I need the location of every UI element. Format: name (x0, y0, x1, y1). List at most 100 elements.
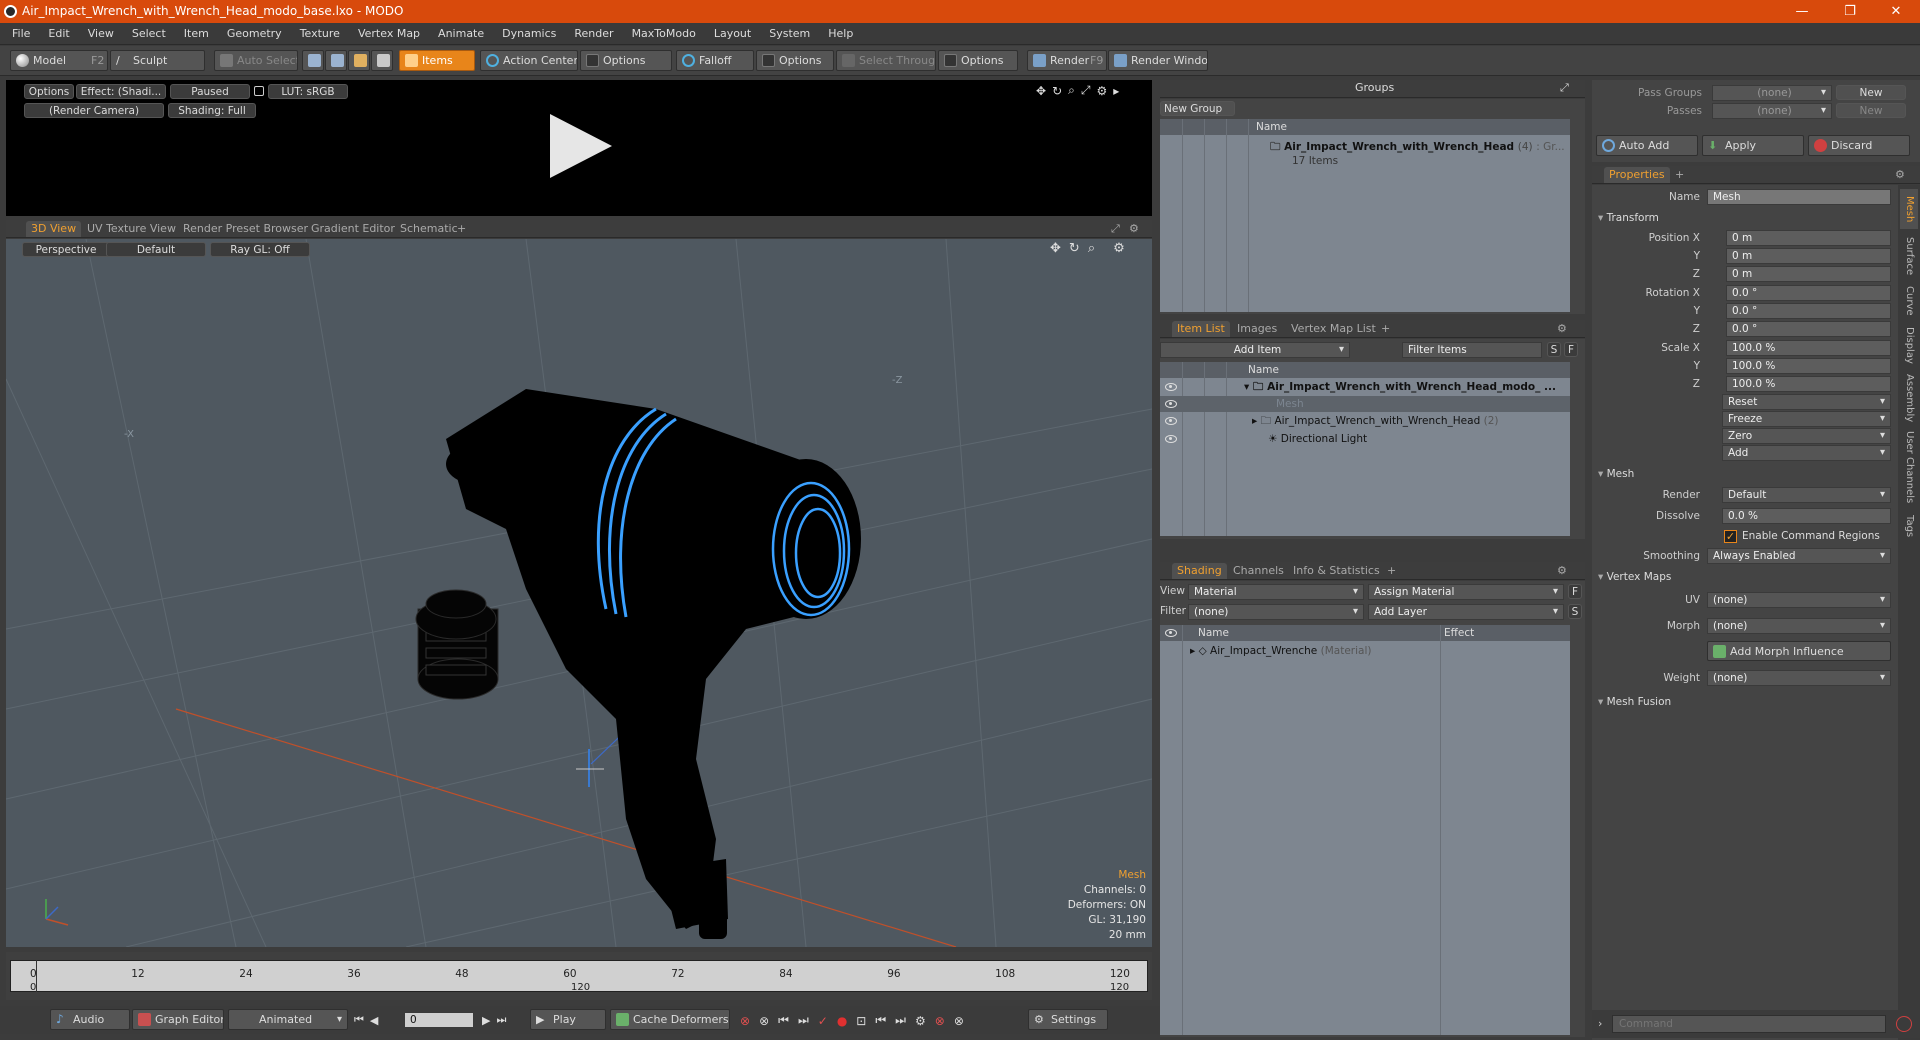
next-frame-icon[interactable]: ▶ (482, 1014, 490, 1027)
viewport-gear-icon[interactable]: ⚙ (1124, 221, 1144, 237)
key-all-icon[interactable]: ⊗ (759, 1014, 769, 1028)
groups-list[interactable]: Name 🗀 Air_Impact_Wrench_with_Wrench_Hea… (1160, 119, 1570, 312)
menu-select[interactable]: Select (123, 23, 175, 45)
visibility-eye-icon[interactable] (1165, 400, 1177, 408)
key-clear-icon[interactable]: ⊗ (954, 1014, 964, 1028)
close-icon[interactable]: ✕ (1874, 0, 1918, 23)
position-z-field[interactable]: 0 m (1726, 266, 1891, 282)
render-window-button[interactable]: Render Window (1108, 50, 1208, 71)
first-frame-icon[interactable]: ⏮ (354, 1013, 364, 1027)
tab-info-statistics[interactable]: Info & Statistics (1288, 563, 1385, 579)
new-group-button[interactable]: New Group (1160, 101, 1235, 116)
menu-render[interactable]: Render (565, 23, 622, 45)
model-mode-button[interactable]: Model F2 (10, 50, 108, 71)
item-list-gear-icon[interactable]: ⚙ (1552, 321, 1572, 337)
side-tab-curve[interactable]: Curve (1900, 283, 1918, 319)
menu-file[interactable]: File (3, 23, 39, 45)
frame-field[interactable]: 0 (404, 1012, 474, 1028)
viewport-maximize-icon[interactable]: ⤢ (1106, 221, 1125, 237)
pass-groups-dropdown[interactable]: (none) (1712, 85, 1832, 101)
options-button-1[interactable]: Options (580, 50, 672, 71)
tab-shading[interactable]: Shading (1172, 563, 1227, 579)
menu-help[interactable]: Help (819, 23, 862, 45)
shading-gear-icon[interactable]: ⚙ (1552, 563, 1572, 579)
add-tab-icon[interactable]: + (452, 221, 471, 237)
3d-viewport[interactable]: Perspective Default Ray GL: Off ✥ ↻ ⌕ ⚙ … (6, 239, 1152, 947)
prev-key-icon[interactable]: ⏮ (778, 1013, 789, 1028)
menu-vertex-map[interactable]: Vertex Map (349, 23, 429, 45)
command-stop-icon[interactable] (1896, 1016, 1912, 1032)
orbit-icon[interactable]: ↻ (1069, 241, 1080, 256)
playhead[interactable] (36, 960, 37, 992)
mesh-section[interactable]: Mesh (1598, 466, 1898, 482)
new-pass-group-button[interactable]: New (1836, 85, 1906, 100)
shader-tree[interactable]: Name Effect ▸ ◇ Air_Impact_Wrenche (Mate… (1160, 625, 1570, 1035)
shading-s-button[interactable]: S (1568, 604, 1582, 619)
rotation-x-field[interactable]: 0.0 ° (1726, 285, 1891, 301)
filter-dropdown[interactable]: (none) (1188, 604, 1364, 620)
viewport-settings-icon[interactable]: ⚙ (1113, 241, 1125, 256)
falloff-button[interactable]: Falloff (676, 50, 754, 71)
key-filter-icon[interactable]: ⊗ (740, 1014, 750, 1028)
transform-section[interactable]: Transform (1598, 210, 1898, 226)
item-row-mesh-highlight[interactable]: Mesh (1160, 396, 1570, 412)
side-tab-user-channels[interactable]: User Channels (1900, 429, 1918, 505)
add-dropdown[interactable]: Add (1722, 445, 1891, 461)
discard-button[interactable]: Discard (1808, 135, 1910, 156)
menu-maxtomodo[interactable]: MaxToModo (623, 23, 705, 45)
play-button[interactable]: ▶ Play (530, 1009, 606, 1030)
item-list-f-button[interactable]: F (1564, 342, 1578, 357)
edge-mode-button[interactable] (325, 50, 347, 71)
visibility-eye-icon[interactable] (1165, 435, 1177, 443)
smoothing-dropdown[interactable]: Always Enabled (1707, 548, 1891, 564)
tab-render-preset-browser[interactable]: Render Preset Browser (178, 221, 313, 237)
tab-channels[interactable]: Channels (1228, 563, 1289, 579)
preview-shading-dropdown[interactable]: Shading: Full (168, 103, 256, 118)
view-dropdown[interactable]: Material (1188, 584, 1364, 600)
assign-material-dropdown[interactable]: Assign Material (1368, 584, 1564, 600)
add-morph-button[interactable]: Add Morph Influence (1707, 641, 1891, 661)
rotation-y-field[interactable]: 0.0 ° (1726, 303, 1891, 319)
action-center-button[interactable]: Action Center (480, 50, 578, 71)
name-field[interactable]: Mesh (1707, 189, 1891, 205)
sculpt-button[interactable]: / Sculpt (110, 50, 205, 71)
last-frame-icon[interactable]: ⏭ (496, 1013, 506, 1027)
zoom-icon[interactable]: ⌕ (1088, 241, 1095, 256)
add-tab-icon[interactable]: + (1382, 563, 1401, 579)
item-row-light[interactable]: ☀ Directional Light (1268, 431, 1367, 447)
dissolve-field[interactable]: 0.0 % (1722, 508, 1891, 524)
scale-x-field[interactable]: 100.0 % (1726, 340, 1891, 356)
lock-icon[interactable] (254, 86, 264, 96)
vertex-maps-section[interactable]: Vertex Maps (1598, 569, 1898, 585)
enable-command-checkbox[interactable]: ✓ (1724, 530, 1737, 543)
key-delete-icon[interactable]: ⊗ (935, 1014, 945, 1028)
passes-dropdown[interactable]: (none) (1712, 103, 1832, 119)
settings-button[interactable]: ⚙ Settings (1028, 1009, 1108, 1030)
mesh-fusion-section[interactable]: Mesh Fusion (1598, 694, 1898, 710)
expand-arrow-icon[interactable]: ▸ (1113, 84, 1119, 98)
visibility-eye-icon[interactable] (1165, 417, 1177, 425)
side-tab-surface[interactable]: Surface (1900, 233, 1918, 279)
rotate-icon[interactable]: ↻ (1052, 84, 1062, 98)
options-button-2[interactable]: Options (756, 50, 834, 71)
tab-item-list[interactable]: Item List (1172, 321, 1230, 337)
item-row-scene[interactable]: ▾ 🗀 Air_Impact_Wrench_with_Wrench_Head_m… (1244, 379, 1556, 395)
menu-view[interactable]: View (79, 23, 123, 45)
preview-lut-dropdown[interactable]: LUT: sRGB (268, 84, 348, 99)
rotation-z-field[interactable]: 0.0 ° (1726, 321, 1891, 337)
prev-frame-icon[interactable]: ◀ (370, 1014, 378, 1027)
tab-3d-view[interactable]: 3D View (26, 221, 82, 237)
shading-f-button[interactable]: F (1568, 584, 1582, 599)
position-y-field[interactable]: 0 m (1726, 248, 1891, 264)
perspective-dropdown[interactable]: Perspective (22, 242, 110, 257)
preview-camera-dropdown[interactable]: (Render Camera) (24, 103, 164, 118)
minimize-icon[interactable]: — (1780, 0, 1824, 23)
menu-texture[interactable]: Texture (291, 23, 349, 45)
timeline[interactable]: 0 12 24 36 48 60 72 84 96 108 120 0 120 … (6, 952, 1152, 1000)
options-button-3[interactable]: Options (938, 50, 1018, 71)
add-item-dropdown[interactable]: Add Item (1160, 342, 1350, 358)
new-pass-button[interactable]: New (1836, 103, 1906, 118)
add-tab-icon[interactable]: + (1670, 167, 1689, 183)
maximize-icon[interactable]: ❐ (1828, 0, 1872, 23)
filter-items-input[interactable]: Filter Items (1402, 342, 1542, 358)
